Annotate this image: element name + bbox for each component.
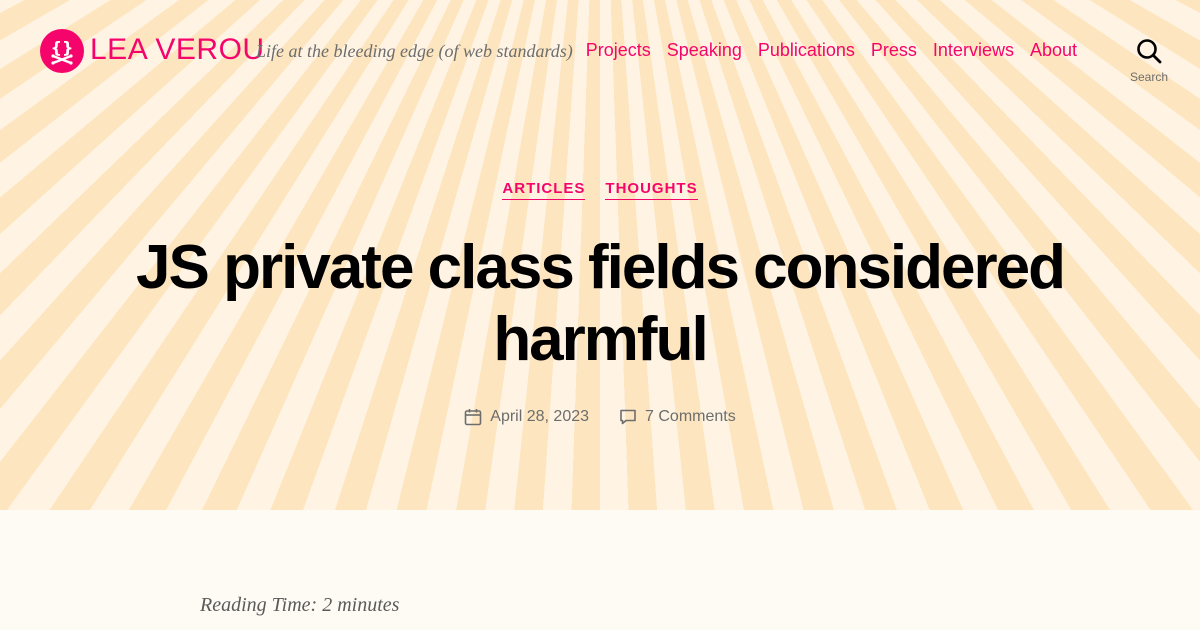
- nav-item-projects[interactable]: Projects: [586, 38, 651, 62]
- site-logo[interactable]: {}: [40, 29, 84, 73]
- post-comments[interactable]: 7 Comments: [619, 406, 736, 428]
- nav-item-press[interactable]: Press: [871, 38, 917, 62]
- nav-item-speaking[interactable]: Speaking: [667, 38, 742, 62]
- primary-nav: Projects Speaking Publications Press Int…: [586, 38, 1077, 62]
- category-articles[interactable]: ARTICLES: [502, 180, 586, 200]
- nav-item-about[interactable]: About: [1030, 38, 1077, 62]
- page: {} LEA VEROU Life at the bleeding edge (…: [0, 0, 1200, 630]
- post-categories: ARTICLES THOUGHTS: [0, 180, 1200, 200]
- nav-item-publications[interactable]: Publications: [758, 38, 855, 62]
- search-button[interactable]: Search: [1123, 38, 1175, 84]
- post-date-text: April 28, 2023: [490, 408, 590, 425]
- search-label: Search: [1129, 70, 1169, 84]
- site-tagline: Life at the bleeding edge (of web standa…: [256, 41, 573, 61]
- svg-text:{}: {}: [51, 38, 74, 57]
- site-title[interactable]: LEA VEROU: [90, 32, 265, 68]
- post-meta: April 28, 2023 7 Comments: [0, 406, 1200, 428]
- content-background: [0, 510, 1200, 630]
- nav-item-interviews[interactable]: Interviews: [933, 38, 1014, 62]
- post-title: JS private class fields considered harmf…: [136, 233, 1066, 374]
- post-date[interactable]: April 28, 2023: [464, 406, 589, 428]
- search-icon: [1137, 39, 1162, 64]
- reading-time: Reading Time: 2 minutes: [200, 594, 400, 616]
- calendar-icon: [464, 409, 482, 426]
- braces-crossbones-icon: {}: [51, 38, 74, 65]
- post-comments-text: 7 Comments: [645, 408, 736, 425]
- comment-icon: [620, 409, 636, 425]
- category-thoughts[interactable]: THOUGHTS: [605, 180, 698, 200]
